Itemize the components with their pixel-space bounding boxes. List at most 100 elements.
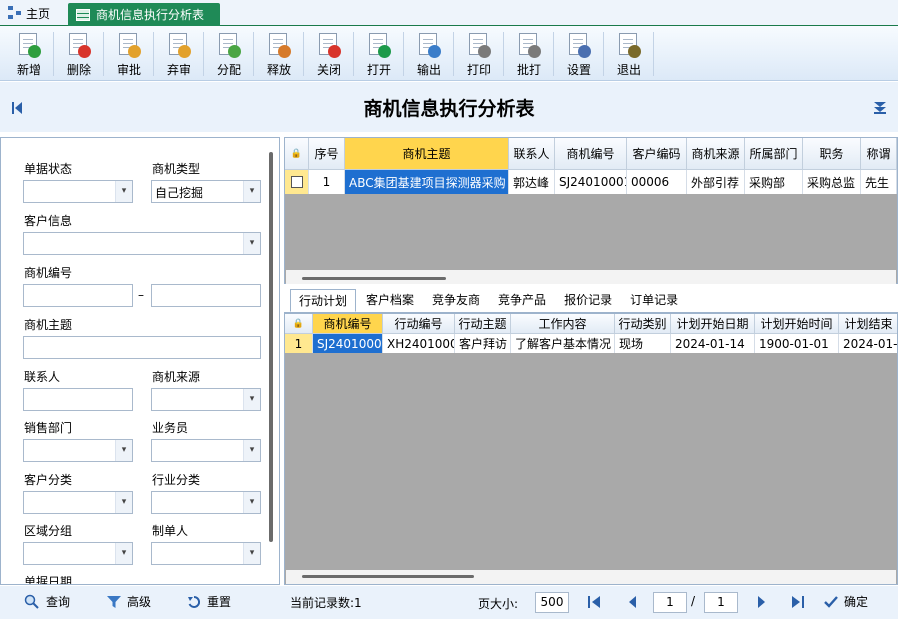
cell-content[interactable]: 了解客户基本情况 (511, 334, 615, 353)
column-header[interactable]: 行动类别 (615, 314, 671, 334)
grid2-hscroll[interactable] (286, 570, 896, 584)
print-icon (465, 31, 493, 59)
cell-title[interactable]: 先生 (861, 170, 897, 194)
release-button[interactable]: 释放 (254, 26, 304, 81)
salesman-select[interactable] (151, 439, 261, 462)
column-header[interactable]: 计划开始日期 (671, 314, 755, 334)
close-doc-button[interactable]: 关闭 (304, 26, 354, 81)
column-header[interactable]: 商机主题 (345, 138, 509, 170)
table-row[interactable]: 1SJ24010001XH24010001客户拜访了解客户基本情况现场2024-… (285, 334, 897, 353)
column-header[interactable]: 客户编码 (627, 138, 687, 170)
column-header[interactable]: 职务 (803, 138, 861, 170)
column-header[interactable]: 行动主题 (455, 314, 511, 334)
last-page-icon[interactable] (790, 596, 804, 608)
export-button[interactable]: 输出 (404, 26, 454, 81)
type-label: 商机类型 (152, 162, 201, 176)
column-header[interactable]: 行动编号 (383, 314, 455, 334)
cell-position[interactable]: 采购总监 (803, 170, 861, 194)
subject-input[interactable] (23, 336, 261, 359)
cell-end[interactable]: 2024-01- (839, 334, 897, 353)
assign-button[interactable]: 分配 (204, 26, 254, 81)
print-button[interactable]: 打印 (454, 26, 504, 81)
maker-select[interactable] (151, 542, 261, 565)
column-header[interactable]: 称谓 (861, 138, 897, 170)
cell-source[interactable]: 外部引荐 (687, 170, 745, 194)
page-total: 1 (704, 592, 738, 613)
cell-code[interactable]: SJ24010001 (555, 170, 627, 194)
toolbar-label: 审批 (116, 63, 141, 77)
filter-scrollbar[interactable] (269, 152, 273, 542)
page-size-input[interactable]: 500 (535, 592, 569, 613)
type-select[interactable]: 自己挖掘 (151, 180, 261, 203)
delete-button[interactable]: 删除 (54, 26, 104, 81)
advanced-button[interactable]: 高级 (107, 593, 151, 610)
page-current-input[interactable]: 1 (653, 592, 687, 613)
subtab[interactable]: 报价记录 (556, 289, 620, 312)
dept-select[interactable] (23, 439, 133, 462)
code-to-input[interactable] (151, 284, 261, 307)
cell-code[interactable]: SJ24010001 (313, 334, 383, 353)
tab-bar: 主页 商机信息执行分析表 (0, 0, 898, 26)
code-separator: – (138, 288, 144, 302)
toolbar-label: 打印 (466, 63, 491, 77)
toolbar-label: 弃审 (166, 63, 191, 77)
row-checkbox[interactable] (285, 170, 309, 194)
subtab[interactable]: 竞争产品 (490, 289, 554, 312)
column-header[interactable]: 序号 (309, 138, 345, 170)
column-header[interactable]: 计划结束 (839, 314, 897, 334)
customer-category-select[interactable] (23, 491, 133, 514)
cell-dept[interactable]: 采购部 (745, 170, 803, 194)
cell-contact[interactable]: 郭达峰 (509, 170, 555, 194)
prev-page-icon[interactable] (626, 596, 640, 608)
cell-category[interactable]: 现场 (615, 334, 671, 353)
subtab[interactable]: 客户档案 (358, 289, 422, 312)
cell-start-date[interactable]: 2024-01-14 (671, 334, 755, 353)
grid1-hscroll[interactable] (286, 270, 896, 284)
approve-button[interactable]: 审批 (104, 26, 154, 81)
cell-cust-code[interactable]: 00006 (627, 170, 687, 194)
tab-opportunity-analysis[interactable]: 商机信息执行分析表 (68, 3, 220, 26)
confirm-label: 确定 (844, 595, 869, 609)
column-header[interactable]: 商机编号 (313, 314, 383, 334)
toolbar-label: 打开 (366, 63, 391, 77)
column-header[interactable]: 商机编号 (555, 138, 627, 170)
column-header[interactable]: 商机来源 (687, 138, 745, 170)
customer-select[interactable] (23, 232, 261, 255)
reset-button[interactable]: 重置 (187, 593, 231, 610)
collapse-down-icon[interactable] (874, 102, 886, 114)
tab-home[interactable]: 主页 (8, 3, 50, 23)
source-select[interactable] (151, 388, 261, 411)
industry-select[interactable] (151, 491, 261, 514)
subtab[interactable]: 订单记录 (622, 289, 686, 312)
export-icon (415, 31, 443, 59)
cell-seq[interactable]: 1 (309, 170, 345, 194)
add-button[interactable]: 新增 (4, 26, 54, 81)
query-button[interactable]: 查询 (24, 593, 70, 610)
column-header[interactable]: 所属部门 (745, 138, 803, 170)
cell-idx[interactable]: 1 (285, 334, 313, 353)
contact-input[interactable] (23, 388, 133, 411)
column-header[interactable]: 工作内容 (511, 314, 615, 334)
cell-start-time[interactable]: 1900-01-01 (755, 334, 839, 353)
column-header[interactable]: 联系人 (509, 138, 555, 170)
settings-button[interactable]: 设置 (554, 26, 604, 81)
cell-topic[interactable]: 客户拜访 (455, 334, 511, 353)
maker-label: 制单人 (152, 524, 189, 538)
open-doc-button[interactable]: 打开 (354, 26, 404, 81)
cell-subject[interactable]: ABC集团基建项目探测器采购 (345, 170, 509, 194)
column-header[interactable]: 计划开始时间 (755, 314, 839, 334)
next-page-icon[interactable] (754, 596, 768, 608)
region-select[interactable] (23, 542, 133, 565)
exit-button[interactable]: 退出 (604, 26, 654, 81)
confirm-button[interactable]: 确定 (824, 593, 868, 610)
batch-print-button[interactable]: 批打 (504, 26, 554, 81)
subtab[interactable]: 竞争友商 (424, 289, 488, 312)
tab-active-label: 商机信息执行分析表 (96, 8, 205, 22)
first-page-icon[interactable] (588, 596, 602, 608)
code-from-input[interactable] (23, 284, 133, 307)
table-row[interactable]: 1 ABC集团基建项目探测器采购 郭达峰 SJ24010001 00006 外部引荐 采购部… (285, 170, 897, 194)
status-select[interactable] (23, 180, 133, 203)
unapprove-button[interactable]: 弃审 (154, 26, 204, 81)
cell-action-code[interactable]: XH24010001 (383, 334, 455, 353)
subtab[interactable]: 行动计划 (290, 289, 357, 312)
